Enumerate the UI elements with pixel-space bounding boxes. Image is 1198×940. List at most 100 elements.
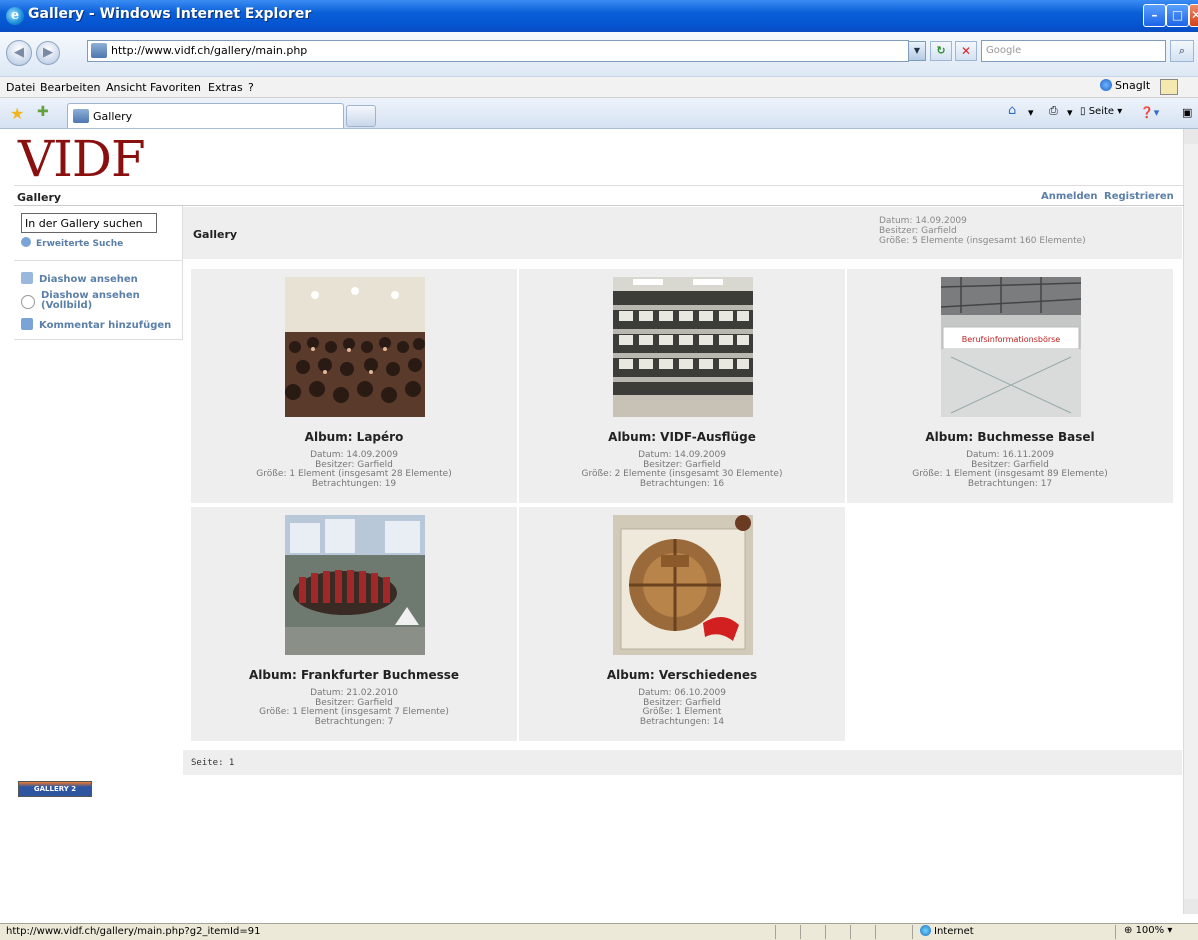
gallery2-badge[interactable]: GALLERY 2	[18, 781, 92, 797]
album-card: Berufsinformationsbörse Album: Buchmesse…	[847, 269, 1173, 503]
album-title[interactable]: Album: Frankfurter Buchmesse	[191, 668, 517, 682]
menu-bearbeiten[interactable]: Bearbeiten	[40, 81, 100, 94]
sidebar-bottom-divider	[14, 339, 182, 340]
pager: Seite: 1	[183, 750, 1182, 775]
album-card: Album: VIDF-Ausflüge Datum: 14.09.2009 B…	[519, 269, 845, 503]
tab-label: Gallery	[93, 110, 133, 123]
scroll-down-button[interactable]	[1184, 899, 1198, 914]
slideshow-fullscreen-label: Diashow ansehen (Vollbild)	[41, 290, 140, 311]
pager-label: Seite: 1	[191, 758, 235, 768]
sidebar: Erweiterte Suche Diashow ansehen Diashow…	[14, 206, 183, 340]
tab-gallery[interactable]: Gallery	[67, 103, 344, 128]
back-button[interactable]: ◀	[6, 40, 32, 66]
status-separator	[775, 925, 776, 939]
page-menu[interactable]: ▯ Seite ▾	[1080, 106, 1122, 117]
menu-favoriten[interactable]: Favoriten	[150, 81, 201, 94]
breadcrumb[interactable]: Gallery	[17, 191, 61, 204]
login-link[interactable]: Anmelden	[1041, 191, 1098, 202]
page-icon: ▯	[1080, 106, 1089, 117]
album-card: Album: Verschiedenes Datum: 06.10.2009 B…	[519, 507, 845, 741]
slideshow-icon	[21, 272, 33, 284]
gallery-date: Datum: 14.09.2009	[879, 216, 967, 226]
slideshow-link[interactable]: Diashow ansehen	[21, 272, 138, 285]
album-title[interactable]: Album: Buchmesse Basel	[847, 430, 1173, 444]
album-title[interactable]: Album: Verschiedenes	[519, 668, 845, 682]
album-thumbnail-lapero[interactable]	[285, 277, 425, 417]
page-menu-label: Seite	[1088, 106, 1115, 117]
album-meta: Datum: 06.10.2009 Besitzer: Garfield Grö…	[519, 688, 845, 727]
window-title: Gallery - Windows Internet Explorer	[28, 6, 312, 22]
add-comment-link[interactable]: Kommentar hinzufügen	[21, 318, 171, 331]
menu-bar: Datei Bearbeiten Ansicht Favoriten Extra…	[0, 77, 1198, 98]
slideshow-fullscreen-link[interactable]: Diashow ansehen (Vollbild)	[21, 291, 151, 311]
snagit-capture-icon[interactable]	[1160, 79, 1178, 95]
address-toolbar: ◀ ▶ http://www.vidf.ch/gallery/main.php …	[0, 32, 1198, 77]
breadcrumb-divider	[14, 205, 1184, 206]
sidebar-divider	[14, 260, 182, 261]
menu-help[interactable]: ?	[248, 81, 254, 94]
zoom-value: 100%	[1135, 925, 1165, 936]
gallery-header: Gallery Datum: 14.09.2009 Besitzer: Garf…	[183, 207, 1182, 259]
close-button[interactable]: ✕	[1189, 4, 1198, 27]
minimize-button[interactable]: –	[1143, 4, 1166, 27]
snagit-icon	[1100, 79, 1112, 91]
album-card: Album: Lapéro Datum: 14.09.2009 Besitzer…	[191, 269, 517, 503]
search-icon[interactable]: ⌕	[1170, 40, 1194, 62]
zoom-control[interactable]: ⊕ 100% ▾	[1124, 925, 1172, 936]
browser-search-placeholder: Google	[986, 45, 1022, 56]
status-separator	[850, 925, 851, 939]
address-url: http://www.vidf.ch/gallery/main.php	[111, 44, 308, 57]
slideshow-label: Diashow ansehen	[39, 274, 138, 285]
play-icon	[21, 295, 35, 309]
security-zone[interactable]: Internet	[920, 925, 974, 937]
refresh-button[interactable]: ↻	[930, 41, 952, 61]
album-card: Album: Frankfurter Buchmesse Datum: 21.0…	[191, 507, 517, 741]
advanced-search-link[interactable]: Erweiterte Suche	[21, 237, 123, 249]
gallery-title: Gallery	[193, 228, 238, 241]
status-separator	[800, 925, 801, 939]
register-link[interactable]: Registrieren	[1104, 191, 1174, 202]
add-favorite-icon[interactable]: ✚	[37, 104, 49, 120]
album-thumbnail-verschiedenes[interactable]	[613, 515, 753, 655]
maximize-button[interactable]: □	[1166, 4, 1189, 27]
menu-datei[interactable]: Datei	[6, 81, 35, 94]
album-thumbnail-vidf-ausfluege[interactable]	[613, 277, 753, 417]
advanced-search-label: Erweiterte Suche	[36, 239, 124, 249]
album-meta: Datum: 14.09.2009 Besitzer: Garfield Grö…	[191, 450, 517, 489]
address-input[interactable]: http://www.vidf.ch/gallery/main.php	[87, 40, 909, 62]
album-thumbnail-frankfurter-buchmesse[interactable]	[285, 515, 425, 655]
print-dropdown-icon[interactable]: ▾	[1067, 106, 1073, 119]
tab-bar: ★ ✚ Gallery ⌂ ▾ ⎙ ▾ ▯ Seite ▾ ❓▾ ▣	[0, 98, 1198, 129]
browser-search-input[interactable]: Google	[981, 40, 1166, 62]
menu-extras[interactable]: Extras	[208, 81, 243, 94]
new-tab-button[interactable]	[346, 105, 376, 127]
stop-button[interactable]: ✕	[955, 41, 977, 61]
tab-favicon-icon	[73, 109, 89, 123]
snagit-label: SnagIt	[1115, 79, 1151, 92]
zone-label: Internet	[934, 926, 974, 937]
page-scrollbar[interactable]	[1183, 129, 1198, 914]
home-dropdown-icon[interactable]: ▾	[1028, 106, 1034, 119]
snagit-button[interactable]: SnagIt	[1100, 79, 1150, 92]
album-title[interactable]: Album: VIDF-Ausflüge	[519, 430, 845, 444]
forward-button[interactable]: ▶	[36, 41, 60, 65]
research-icon[interactable]: ▣	[1182, 106, 1192, 119]
album-thumbnail-buchmesse-basel[interactable]: Berufsinformationsbörse	[941, 277, 1081, 417]
menu-ansicht[interactable]: Ansicht	[106, 81, 147, 94]
gallery-search-input[interactable]	[21, 213, 157, 233]
add-comment-label: Kommentar hinzufügen	[39, 320, 172, 331]
address-dropdown-button[interactable]: ▼	[908, 41, 926, 61]
status-bar: http://www.vidf.ch/gallery/main.php?g2_i…	[0, 923, 1198, 940]
comment-icon	[21, 318, 33, 330]
help-icon[interactable]: ❓▾	[1140, 106, 1159, 119]
gallery-owner: Besitzer: Garfield	[879, 226, 957, 236]
album-title[interactable]: Album: Lapéro	[191, 430, 517, 444]
favorites-star-icon[interactable]: ★	[10, 104, 24, 123]
scroll-up-button[interactable]	[1184, 129, 1198, 144]
print-icon[interactable]: ⎙	[1049, 104, 1058, 118]
status-separator	[825, 925, 826, 939]
status-url: http://www.vidf.ch/gallery/main.php?g2_i…	[6, 926, 261, 937]
album-views: Betrachtungen: 19	[311, 478, 397, 489]
site-logo[interactable]: VIDF	[18, 133, 146, 185]
home-icon[interactable]: ⌂	[1008, 103, 1016, 118]
